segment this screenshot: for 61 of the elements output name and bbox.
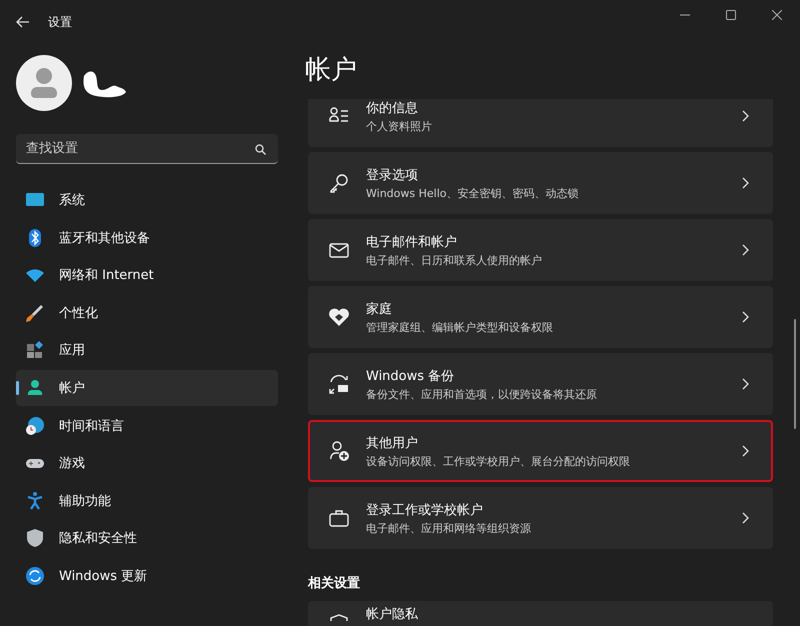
chevron-icon bbox=[742, 177, 749, 189]
nav-item[interactable]: 系统 bbox=[16, 182, 278, 218]
back-icon[interactable] bbox=[16, 16, 30, 28]
close-icon[interactable] bbox=[772, 10, 782, 20]
card-description: 电子邮件、日历和联系人使用的帐户 bbox=[366, 252, 543, 268]
card-title: 登录工作或学校帐户 bbox=[366, 502, 484, 518]
chevron-icon bbox=[742, 244, 749, 256]
section-heading: 相关设置 bbox=[308, 574, 361, 592]
maximize-icon[interactable] bbox=[726, 10, 736, 20]
settings-card[interactable]: 家庭 管理家庭组、编辑帐户类型和设备权限 bbox=[308, 286, 773, 348]
nav-item[interactable]: 蓝牙和其他设备 bbox=[16, 220, 278, 256]
nav-item[interactable]: 网络和 Internet bbox=[16, 257, 278, 294]
card-description: 管理家庭组、编辑帐户类型和设备权限 bbox=[366, 320, 554, 334]
settings-card[interactable]: 你的信息 个人资料照片 bbox=[308, 99, 773, 147]
heart-icon bbox=[328, 306, 350, 328]
card-title: 你的信息 bbox=[366, 100, 419, 116]
apps-icon bbox=[25, 340, 45, 360]
nav-item[interactable]: 应用 bbox=[16, 332, 278, 368]
card-title: 电子邮件和帐户 bbox=[366, 234, 458, 250]
card-title: 帐户隐私 bbox=[366, 606, 418, 623]
settings-card[interactable]: 帐户隐私 bbox=[308, 601, 773, 626]
scrollbar[interactable] bbox=[794, 319, 796, 429]
brush-icon bbox=[25, 302, 45, 323]
nav-item[interactable]: 时间和语言 bbox=[16, 408, 278, 444]
card-description: Windows Hello、安全密钥、密码、动态锁 bbox=[366, 186, 580, 200]
settings-card[interactable]: Windows 备份 备份文件、应用和首选项，以便跨设备将其还原 bbox=[308, 353, 773, 415]
card-description: 设备访问权限、工作或学校用户、展台分配的访问权限 bbox=[366, 454, 631, 468]
nav-item[interactable]: 隐私和安全性 bbox=[16, 520, 278, 556]
nav-item[interactable]: 帐户 bbox=[16, 370, 278, 406]
card-description: 备份文件、应用和首选项，以便跨设备将其还原 bbox=[366, 386, 598, 402]
card-description: 个人资料照片 bbox=[366, 118, 433, 134]
chevron-icon bbox=[742, 110, 749, 122]
avatar-icon bbox=[16, 55, 72, 111]
search-field[interactable]: 查找设置 bbox=[16, 134, 278, 164]
card-title: 其他用户 bbox=[366, 434, 419, 452]
chevron-icon bbox=[742, 512, 749, 524]
backup-icon bbox=[328, 373, 350, 395]
nav-item[interactable]: 辅助功能 bbox=[16, 482, 278, 519]
chevron-icon bbox=[742, 311, 749, 323]
key-icon bbox=[328, 172, 350, 194]
card-title: Windows 备份 bbox=[366, 368, 456, 384]
person-icon bbox=[25, 378, 45, 398]
card-title: 家庭 bbox=[366, 300, 393, 318]
nav-item[interactable]: Windows 更新 bbox=[16, 558, 278, 594]
card-description: 电子邮件、应用和网络等组织资源 bbox=[366, 520, 532, 536]
card-title: 登录选项 bbox=[366, 166, 419, 184]
globe-clock-icon bbox=[25, 416, 45, 436]
person-add-icon bbox=[328, 440, 350, 462]
chevron-icon bbox=[742, 378, 749, 390]
chevron-icon bbox=[742, 445, 749, 457]
page-title: 帐户 bbox=[305, 54, 358, 87]
update-icon bbox=[25, 566, 45, 586]
window-title: 设置 bbox=[48, 14, 72, 30]
nav-item[interactable]: 游戏 bbox=[16, 445, 278, 482]
settings-card[interactable]: 电子邮件和帐户 电子邮件、日历和联系人使用的帐户 bbox=[308, 219, 773, 281]
accessibility-icon bbox=[25, 490, 45, 511]
settings-card[interactable]: 登录选项 Windows Hello、安全密钥、密码、动态锁 bbox=[308, 152, 773, 214]
search-icon bbox=[255, 144, 266, 155]
settings-card[interactable]: 登录工作或学校帐户 电子邮件、应用和网络等组织资源 bbox=[308, 487, 773, 549]
nav-item[interactable]: 个性化 bbox=[16, 294, 278, 331]
settings-card[interactable]: 其他用户 设备访问权限、工作或学校用户、展台分配的访问权限 bbox=[308, 420, 773, 482]
